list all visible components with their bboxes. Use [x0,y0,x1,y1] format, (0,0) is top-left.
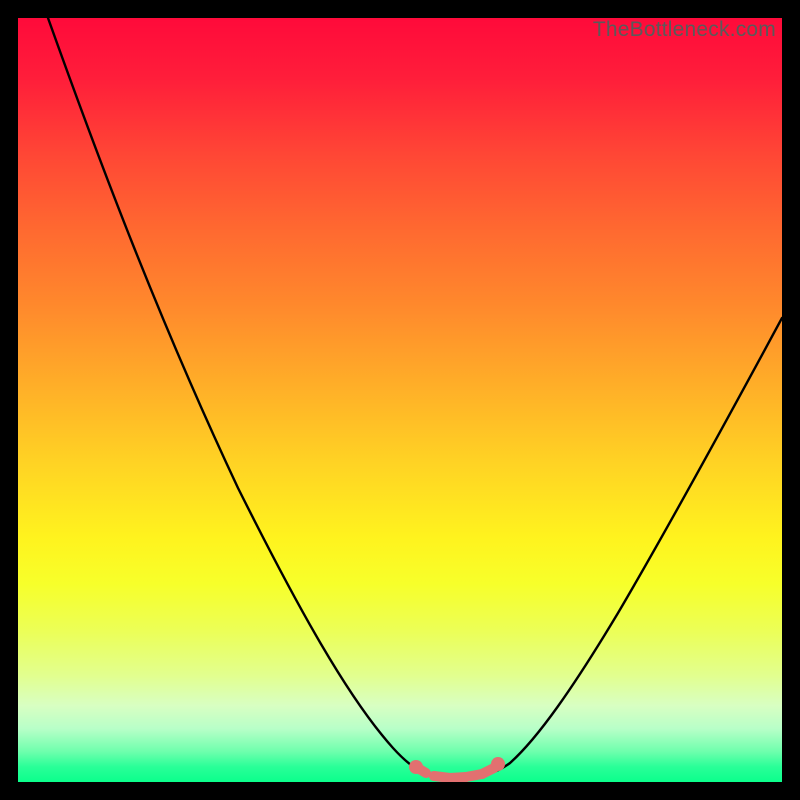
optimal-range-marker [409,757,505,782]
chart-frame: TheBottleneck.com [0,0,800,800]
curve-path [48,18,782,778]
plot-area: TheBottleneck.com [18,18,782,782]
bottleneck-curve [18,18,782,782]
watermark-text: TheBottleneck.com [593,18,776,42]
